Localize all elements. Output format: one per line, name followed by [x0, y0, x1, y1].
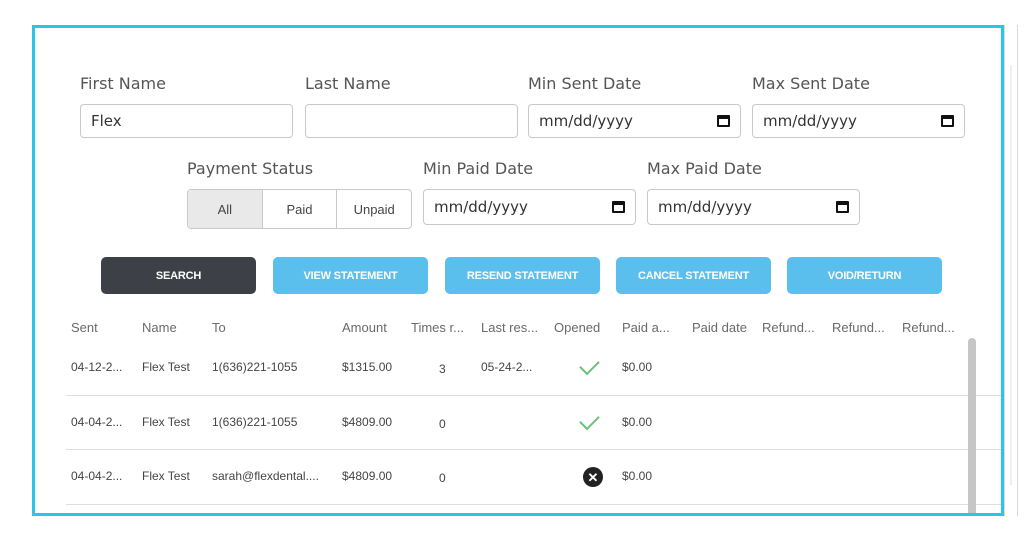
cell-sent: 04-04-2... [71, 469, 123, 483]
table-row[interactable]: 04-12-2... Flex Test 1(636)221-1055 $131… [66, 341, 1001, 396]
x-circle-icon: ✕ [583, 467, 603, 487]
cell-to: 1(636)221-1055 [212, 360, 298, 374]
max-sent-date-value: mm/dd/yyyy [763, 112, 857, 130]
cell-to: sarah@flexdental.... [212, 469, 319, 483]
table-row[interactable]: 04-04-2... Flex Test sarah@flexdental...… [66, 450, 1001, 505]
cell-sent: 04-12-2... [71, 360, 123, 374]
cell-amount: $1315.00 [342, 360, 393, 374]
calendar-icon[interactable] [836, 201, 849, 213]
first-name-input[interactable]: Flex [80, 104, 293, 138]
page-scrollbar-thumb[interactable] [1010, 65, 1012, 485]
column-header-sent[interactable]: Sent [71, 320, 98, 335]
cell-name: Flex Test [142, 415, 190, 429]
column-header-paid-date[interactable]: Paid date [692, 320, 747, 335]
cell-amount: $4809.00 [342, 415, 393, 429]
cell-times-resent: 0 [439, 471, 446, 485]
cell-amount: $4809.00 [342, 469, 393, 483]
cell-to: 1(636)221-1055 [212, 415, 298, 429]
table-row[interactable]: 04-04-2... Flex Test 1(636)221-1055 $480… [66, 395, 1001, 450]
min-paid-date-value: mm/dd/yyyy [434, 198, 528, 216]
cell-last-resent: 05-24-2... [481, 360, 533, 374]
statements-panel: First Name Last Name Min Sent Date Max S… [32, 25, 1004, 516]
max-paid-date-value: mm/dd/yyyy [658, 198, 752, 216]
payment-status-paid[interactable]: Paid [261, 190, 337, 228]
first-name-label: First Name [80, 74, 166, 93]
page-scrollbar[interactable] [1004, 25, 1018, 516]
payment-status-label: Payment Status [187, 159, 314, 178]
resend-statement-button[interactable]: RESEND STATEMENT [445, 257, 600, 294]
min-sent-date-value: mm/dd/yyyy [539, 112, 633, 130]
cell-name: Flex Test [142, 360, 190, 374]
column-header-name[interactable]: Name [142, 320, 177, 335]
column-header-times-resent[interactable]: Times r... [411, 320, 464, 335]
min-sent-date-label: Min Sent Date [528, 74, 642, 93]
cell-paid-amount: $0.00 [622, 415, 653, 429]
min-sent-date-input[interactable]: mm/dd/yyyy [528, 104, 741, 138]
cell-paid-amount: $0.00 [622, 360, 653, 374]
cell-times-resent: 3 [439, 362, 446, 376]
max-paid-date-input[interactable]: mm/dd/yyyy [647, 189, 860, 225]
max-sent-date-label: Max Sent Date [752, 74, 870, 93]
calendar-icon[interactable] [941, 115, 954, 127]
cell-paid-amount: $0.00 [622, 469, 653, 483]
cell-times-resent: 0 [439, 417, 446, 431]
min-paid-date-label: Min Paid Date [423, 159, 534, 178]
void-return-button[interactable]: VOID/RETURN [787, 257, 942, 294]
payment-status-toggle[interactable]: All Paid Unpaid [187, 189, 412, 229]
min-paid-date-input[interactable]: mm/dd/yyyy [423, 189, 636, 225]
column-header-last-resent[interactable]: Last res... [481, 320, 538, 335]
calendar-icon[interactable] [717, 115, 730, 127]
table-scrollbar[interactable] [968, 338, 976, 513]
payment-status-all[interactable]: All [188, 190, 262, 228]
check-icon [579, 409, 600, 431]
view-statement-button[interactable]: VIEW STATEMENT [273, 257, 428, 294]
last-name-input[interactable] [305, 104, 518, 138]
cell-sent: 04-04-2... [71, 415, 123, 429]
payment-status-unpaid[interactable]: Unpaid [336, 190, 411, 228]
column-header-opened[interactable]: Opened [554, 320, 600, 335]
cancel-statement-button[interactable]: CANCEL STATEMENT [616, 257, 771, 294]
calendar-icon[interactable] [612, 201, 625, 213]
column-header-to[interactable]: To [212, 320, 226, 335]
column-header-refund-3[interactable]: Refund... [902, 320, 955, 335]
column-header-refund-1[interactable]: Refund... [762, 320, 815, 335]
first-name-value: Flex [91, 112, 122, 130]
max-sent-date-input[interactable]: mm/dd/yyyy [752, 104, 965, 138]
last-name-label: Last Name [305, 74, 391, 93]
column-header-amount[interactable]: Amount [342, 320, 387, 335]
column-header-refund-2[interactable]: Refund... [832, 320, 885, 335]
cell-name: Flex Test [142, 469, 190, 483]
search-button[interactable]: SEARCH [101, 257, 256, 294]
max-paid-date-label: Max Paid Date [647, 159, 762, 178]
column-header-paid-amount[interactable]: Paid a... [622, 320, 670, 335]
check-icon [579, 354, 600, 376]
